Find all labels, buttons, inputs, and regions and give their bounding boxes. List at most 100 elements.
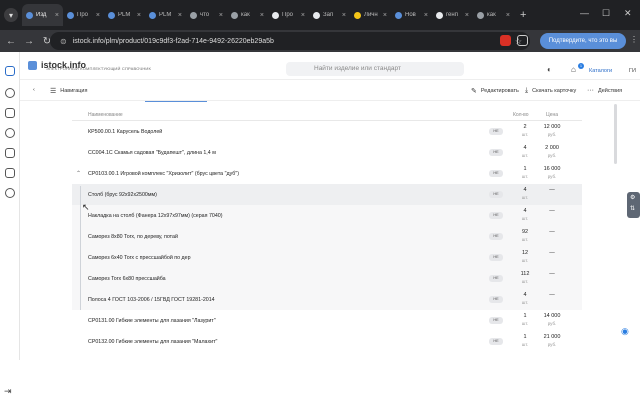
tab-close-icon[interactable]: ×	[96, 12, 100, 19]
table-row[interactable]: СР0131.00 Гибкие элементы для лазания "Л…	[72, 310, 582, 331]
browser-tab[interactable]: как ×	[227, 4, 268, 26]
browser-tab[interactable]: Нов ×	[391, 4, 432, 26]
item-price: —	[538, 229, 566, 236]
browser-tab[interactable]: Личн ×	[350, 4, 391, 26]
back-arrow-icon[interactable]: ‹	[33, 87, 35, 93]
browser-tab[interactable]: как ×	[473, 4, 514, 26]
settings-icon[interactable]	[5, 88, 15, 98]
subitem-row[interactable]: Накладка на столб (Фанера 12х97х97мм) (с…	[72, 205, 582, 226]
item-name[interactable]: Саморез 6х40 Torx с прессшайбой по дер	[88, 255, 191, 261]
tab-close-icon[interactable]: ×	[424, 12, 428, 19]
price-value: —	[549, 208, 555, 214]
item-name[interactable]: Саморез 8х80 Torx, по дереву, потай	[88, 234, 178, 240]
subitem-row[interactable]: Столб (брус 92х92х2500мм) НЕ 4 шт. —	[72, 184, 582, 205]
column-price-header[interactable]: Цена	[546, 112, 558, 118]
item-name[interactable]: Полоса 4 ГОСТ 103-2006 / 15ГВД ГОСТ 1928…	[88, 297, 215, 303]
tab-close-icon[interactable]: ×	[137, 12, 141, 19]
tab-close-icon[interactable]: ×	[506, 12, 510, 19]
gear-icon[interactable]: ⚙	[630, 194, 635, 201]
maximize-icon[interactable]: ☐	[602, 8, 610, 19]
item-name[interactable]: СС004.1С Скамья садовая "Будапешт", длин…	[88, 150, 216, 156]
item-name[interactable]: СР0131.00 Гибкие элементы для лазания "Л…	[88, 318, 216, 324]
actions-label: Действия	[598, 87, 623, 94]
subitem-row[interactable]: Саморез 6х40 Torx с прессшайбой по дер НЕ…	[72, 247, 582, 268]
quantity-value: 4	[523, 292, 527, 298]
table-row[interactable]: КР500.00.1 Карусель Водолей НЕ 2 шт. 12 000 р…	[72, 121, 582, 142]
browser-tab[interactable]: Про ×	[268, 4, 309, 26]
address-bar-area: ← → ↻ ⊜ istock.info/plm/product/019c9df3…	[0, 30, 640, 52]
user-avatar[interactable]: ГИ	[629, 68, 636, 74]
help-bubble-icon[interactable]: ◉	[621, 326, 629, 337]
subitem-row[interactable]: Саморез 8х80 Torx, по дереву, потай НЕ 92 ш…	[72, 226, 582, 247]
download-card-button[interactable]: ⤓ Скачать карточку	[525, 87, 576, 95]
item-name[interactable]: КР500.00.1 Карусель Водолей	[88, 129, 162, 135]
browser-tab[interactable]: PLM ×	[104, 4, 145, 26]
arrow-icon[interactable]: ⇅	[630, 205, 635, 212]
tab-favicon-icon	[436, 11, 443, 19]
notifications-icon[interactable]: ⌂	[571, 65, 576, 74]
url-field[interactable]: ⊜ istock.info/plm/product/019c9df3-f2ad-…	[50, 32, 530, 50]
search-input[interactable]: Найти изделие или стандарт	[286, 62, 464, 76]
document-icon[interactable]	[5, 108, 15, 118]
item-name[interactable]: Столб (брус 92х92х2500мм)	[88, 192, 157, 198]
item-quantity: 1 шт.	[518, 313, 532, 327]
clipboard-icon[interactable]	[5, 148, 15, 158]
collapse-chevron-icon[interactable]: ⌃	[76, 170, 81, 177]
item-quantity: 12 шт.	[518, 250, 532, 264]
tab-close-icon[interactable]: ×	[55, 12, 59, 19]
tab-favicon-icon	[190, 11, 197, 19]
quantity-unit: шт.	[521, 258, 529, 263]
browser-tab[interactable]: генп ×	[432, 4, 473, 26]
scrollbar[interactable]	[614, 104, 617, 164]
table-row[interactable]: СС004.1С Скамья садовая "Будапешт", длин…	[72, 142, 582, 163]
browser-tab[interactable]: Изд ×	[22, 4, 63, 26]
site-info-icon[interactable]: ⊜	[60, 37, 67, 46]
new-tab-button[interactable]: +	[520, 9, 526, 21]
actions-button[interactable]: ··· Действия	[587, 87, 622, 94]
forward-icon[interactable]: →	[22, 36, 36, 47]
minimize-icon[interactable]: —	[580, 8, 589, 18]
tab-close-icon[interactable]: ×	[383, 12, 387, 19]
chat-icon[interactable]	[5, 128, 15, 138]
browser-menu-icon[interactable]: ⋮	[630, 35, 638, 44]
navigation-button[interactable]: ☰ Навигация	[50, 87, 87, 95]
table-row[interactable]: ⌃ СР0103.00.1 Игровой комплекс "Хризолит"…	[72, 163, 582, 184]
subitem-row[interactable]: Полоса 4 ГОСТ 103-2006 / 15ГВД ГОСТ 1928…	[72, 289, 582, 310]
extension-icon[interactable]	[500, 35, 511, 46]
item-name[interactable]: СР0132.00 Гибкие элементы для лазания "М…	[88, 339, 217, 345]
browser-tab[interactable]: PLM ×	[145, 4, 186, 26]
browser-tab[interactable]: что ×	[186, 4, 227, 26]
column-qty-header[interactable]: Кол-во	[513, 112, 529, 118]
language-icon[interactable]: ◐	[547, 65, 552, 74]
item-name[interactable]: Накладка на столб (Фанера 12х97х97мм) (с…	[88, 213, 223, 219]
table-row[interactable]: СР0132.00 Гибкие элементы для лазания "М…	[72, 331, 582, 352]
item-name[interactable]: СР0103.00.1 Игровой комплекс "Хризолит" …	[88, 171, 239, 177]
catalogs-link[interactable]: Каталоги	[589, 68, 612, 74]
quantity-unit: шт.	[521, 237, 529, 242]
history-icon[interactable]	[5, 188, 15, 198]
tab-close-icon[interactable]: ×	[219, 12, 223, 19]
navigation-label: Навигация	[60, 88, 88, 94]
browser-tab[interactable]: Про ×	[63, 4, 104, 26]
profile-verify-button[interactable]: Подтвердите, что это вы	[540, 33, 626, 49]
tab-close-icon[interactable]: ×	[342, 12, 346, 19]
box-icon[interactable]	[5, 168, 15, 178]
price-currency: руб.	[547, 132, 557, 137]
subitem-row[interactable]: Саморез Torx 6х80 прессшайба НЕ 112 шт. —	[72, 268, 582, 289]
back-icon[interactable]: ←	[4, 36, 18, 47]
edit-button[interactable]: ✎ Редактировать	[471, 87, 519, 95]
item-name[interactable]: Саморез Torx 6х80 прессшайба	[88, 276, 166, 282]
close-window-icon[interactable]: ✕	[624, 8, 632, 19]
tab-close-icon[interactable]: ×	[465, 12, 469, 19]
expand-sidebar-icon[interactable]: ⇥	[4, 386, 12, 397]
tab-search-icon[interactable]: ▾	[4, 8, 18, 22]
tab-close-icon[interactable]: ×	[260, 12, 264, 19]
tab-favicon-icon	[313, 11, 320, 19]
browser-tab[interactable]: Зап ×	[309, 4, 350, 26]
tab-close-icon[interactable]: ×	[178, 12, 182, 19]
column-name-header[interactable]: Наименование	[88, 112, 123, 118]
home-icon[interactable]	[5, 66, 15, 76]
tab-close-icon[interactable]: ×	[301, 12, 305, 19]
price-value: —	[549, 229, 555, 235]
extensions-puzzle-icon[interactable]	[517, 35, 528, 46]
